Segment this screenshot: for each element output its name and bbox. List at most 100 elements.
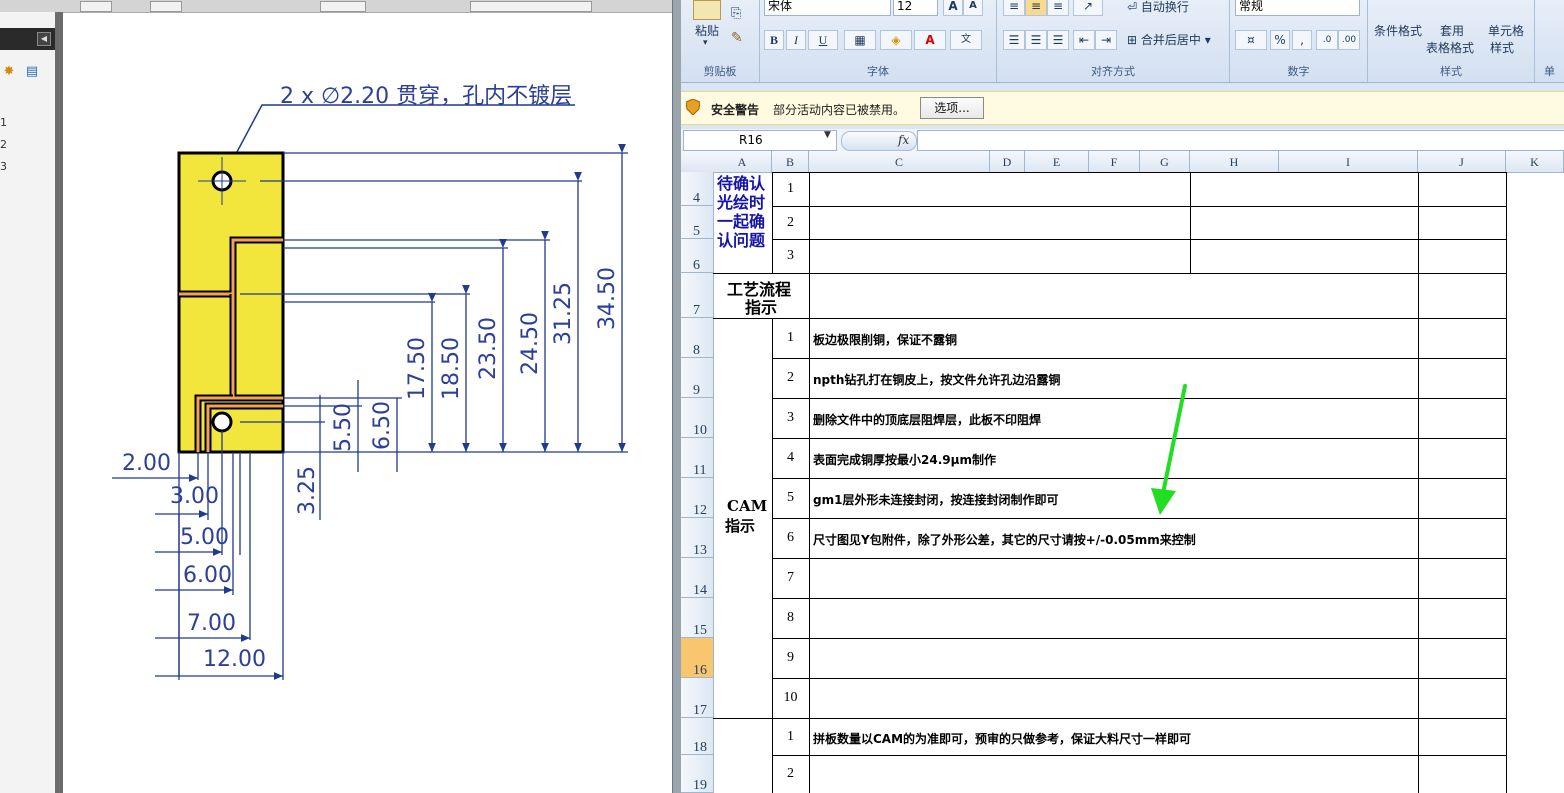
clipboard-label: 剪贴板	[703, 65, 737, 78]
bookmarks-panel: ◀ ✸ ▤ 1 2 3	[0, 12, 56, 793]
styles-group: 条件格式 套用 表格格式 单元格 样式 样式	[1368, 0, 1535, 82]
paste-dropdown-icon[interactable]: ▾	[703, 38, 708, 48]
increase-indent-icon[interactable]: ⇥	[1095, 30, 1117, 50]
security-title: 安全警告	[711, 103, 760, 117]
number-format-select[interactable]: 常规	[1235, 0, 1360, 16]
number-label: 数字	[1287, 65, 1310, 78]
shrink-font-icon[interactable]: A	[963, 0, 983, 16]
fx-area: fx	[841, 131, 917, 151]
excel-window: 粘贴 ▾ ⎘ ✎ 剪贴板 宋体 12 A A B I U ▦ ◈ A 文 字体 …	[681, 0, 1564, 793]
shield-icon	[686, 99, 700, 115]
phonetic-icon[interactable]: 文	[950, 30, 982, 50]
cell-style-button-line1[interactable]: 单元格	[1488, 22, 1524, 39]
table-format-button[interactable]: 表格格式	[1426, 39, 1474, 56]
underline-button[interactable]: U	[808, 30, 838, 50]
dim-3-00: 3.00	[170, 484, 219, 509]
align-bottom-icon[interactable]: ≡	[1047, 0, 1069, 16]
font-group-label: 字体	[867, 65, 889, 78]
font-name-select[interactable]: 宋体	[764, 0, 891, 16]
fill-color-icon[interactable]: ◈	[880, 30, 912, 50]
arrow-head	[1151, 488, 1176, 515]
alignment-group: ≡ ≡ ≡ ↗ ⏎ 自动换行 ☰ ☰ ☰ ⇤ ⇥ ⊞ 合并后居中 ▾ 对齐方式	[997, 0, 1230, 82]
dim-12-00: 12.00	[203, 647, 266, 672]
arrow-shaft	[1159, 384, 1187, 505]
font-color-icon[interactable]: A	[914, 30, 946, 50]
cell-style-button[interactable]: 样式	[1490, 39, 1514, 56]
hole-bottom	[211, 411, 233, 433]
dim-5-50: 5.50	[331, 403, 356, 452]
ribbon: 粘贴 ▾ ⎘ ✎ 剪贴板 宋体 12 A A B I U ▦ ◈ A 文 字体 …	[681, 0, 1564, 83]
align-top-icon[interactable]: ≡	[1003, 0, 1025, 16]
align-center-icon[interactable]: ☰	[1025, 30, 1047, 50]
align-left-icon[interactable]: ☰	[1003, 30, 1025, 50]
table-format-button-line1[interactable]: 套用	[1440, 22, 1464, 39]
green-arrow-annotation	[1151, 384, 1187, 515]
paste-button[interactable]: 粘贴	[695, 22, 719, 39]
tool-button[interactable]	[150, 1, 182, 12]
bookmark-item[interactable]: 3	[0, 160, 7, 173]
worksheet-grid[interactable]: ABCDEFGHIJK 4 5 6 7 8 9 10 11 12 13 14 15 16 17 18 19 待…	[681, 151, 1564, 793]
security-message: 部分活动内容已被禁用。	[773, 103, 906, 117]
dim-34-50: 34.50	[595, 267, 620, 330]
page-field[interactable]	[80, 1, 112, 12]
decrease-decimal-icon[interactable]: .00	[1338, 30, 1360, 50]
dim-24-50: 24.50	[518, 312, 543, 375]
percent-button[interactable]: %	[1270, 30, 1290, 50]
cells-label: 单	[1544, 65, 1555, 78]
new-bookmark-icon[interactable]: ▤	[24, 64, 40, 80]
wrap-text-icon: ⏎	[1127, 0, 1138, 14]
copy-icon[interactable]: ⎘	[731, 6, 741, 21]
security-options-button[interactable]: 选项...	[920, 97, 984, 119]
bookmark-item[interactable]: 1	[0, 116, 7, 129]
comma-button[interactable]: ,	[1292, 30, 1312, 50]
number-group: 常规 ¤ % , .0 .00 数字	[1230, 0, 1368, 82]
bookmark-options-icon[interactable]: ✸	[1, 64, 17, 80]
paste-icon	[693, 0, 721, 20]
styles-label: 样式	[1440, 65, 1462, 78]
dim-18-50: 18.50	[439, 337, 464, 400]
zoom-field[interactable]	[320, 1, 366, 12]
increase-decimal-icon[interactable]: .0	[1316, 30, 1338, 50]
decrease-indent-icon[interactable]: ⇤	[1073, 30, 1095, 50]
conditional-format-button[interactable]: 条件格式	[1374, 22, 1422, 39]
clipboard-group: 粘贴 ▾ ⎘ ✎ 剪贴板	[681, 0, 760, 82]
name-box-value: R16	[739, 133, 763, 147]
merge-center-button[interactable]: ⊞ 合并后居中 ▾	[1127, 31, 1211, 48]
security-warning-bar: 安全警告 部分活动内容已被禁用。 选项...	[681, 91, 1564, 125]
document-edge	[55, 12, 63, 793]
dim-7-00: 7.00	[187, 611, 236, 636]
name-box-dropdown-icon[interactable]: ▼	[824, 130, 831, 140]
bold-button[interactable]: B	[764, 30, 784, 50]
align-middle-icon[interactable]: ≡	[1025, 0, 1047, 16]
wrap-text-label: 自动换行	[1140, 0, 1189, 14]
name-box[interactable]: R16	[683, 130, 837, 151]
panel-tools: ✸ ▤	[0, 62, 55, 84]
borders-icon[interactable]: ▦	[844, 30, 876, 50]
mechanical-drawing: 2 x ∅2.20 贯穿，孔内不镀层 34.50 31.25 24.50 23.…	[112, 84, 628, 680]
insert-function-button[interactable]: fx	[898, 133, 909, 147]
align-right-icon[interactable]: ☰	[1047, 30, 1069, 50]
cells-group: 单	[1535, 0, 1564, 82]
wrap-text-button[interactable]: ⏎ 自动换行	[1127, 0, 1189, 15]
dim-6-50: 6.50	[370, 401, 395, 450]
dim-3-25: 3.25	[295, 466, 320, 515]
orientation-icon[interactable]: ↗	[1073, 0, 1103, 16]
collapse-panel-icon[interactable]: ◀	[37, 32, 51, 46]
formula-bar: R16 ▼ fx	[681, 129, 1564, 151]
font-size-select[interactable]: 12	[893, 0, 938, 16]
italic-button[interactable]: I	[786, 30, 806, 50]
search-field[interactable]	[470, 1, 592, 12]
dim-2-00: 2.00	[122, 451, 171, 476]
formula-input[interactable]	[917, 130, 1564, 151]
pdf-viewer: ◀ ✸ ▤ 1 2 3 2 x ∅2.20 贯穿，孔内不镀层 34.50 31.…	[0, 0, 672, 793]
dim-23-50: 23.50	[476, 317, 501, 380]
dim-31-25: 31.25	[551, 282, 576, 345]
currency-icon[interactable]: ¤	[1235, 30, 1267, 50]
panel-header: ◀	[0, 28, 55, 50]
merge-icon: ⊞	[1127, 33, 1138, 47]
format-painter-icon[interactable]: ✎	[731, 30, 743, 46]
bookmark-item[interactable]: 2	[0, 138, 7, 151]
merge-center-label: 合并后居中	[1140, 33, 1201, 47]
grow-font-icon[interactable]: A	[943, 0, 963, 16]
dim-17-50: 17.50	[405, 337, 430, 400]
